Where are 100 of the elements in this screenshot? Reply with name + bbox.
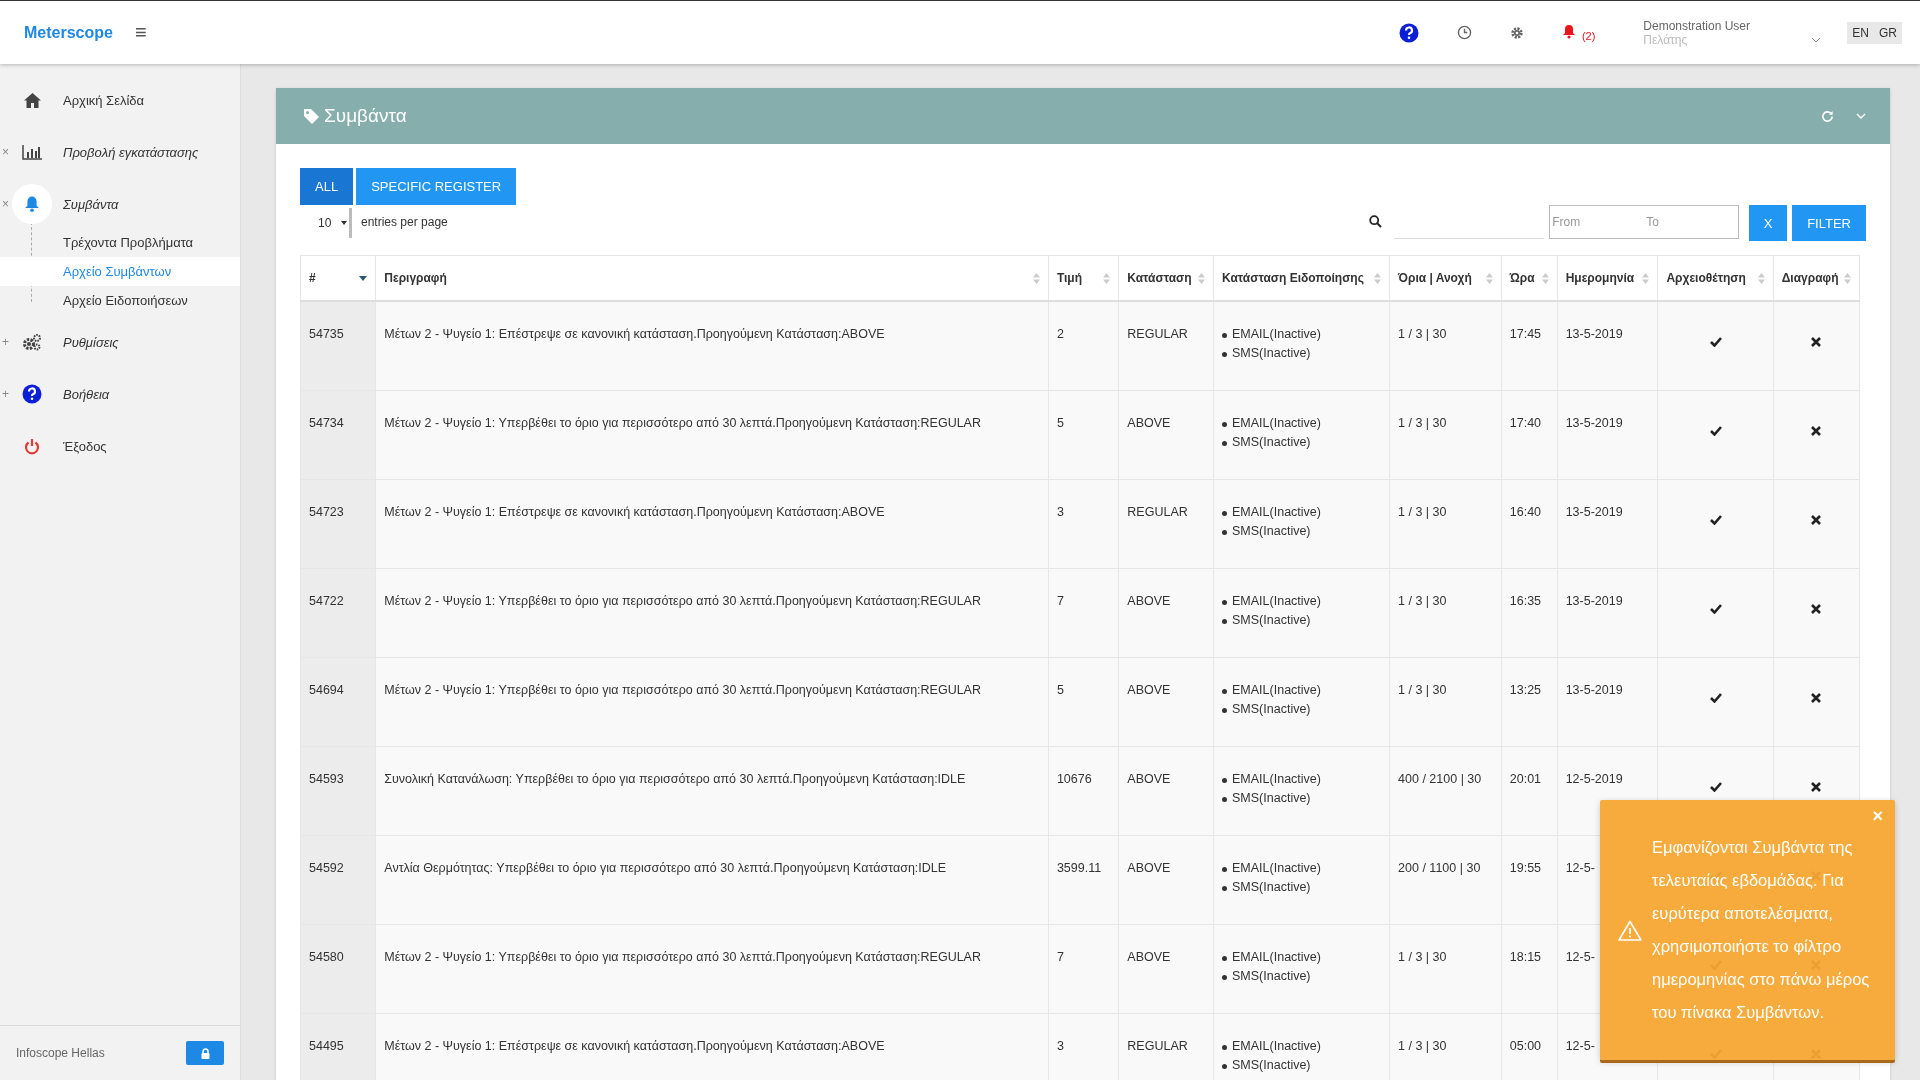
page-size-label: entries per page xyxy=(361,215,448,229)
table-cell: Μέτων 2 - Ψυγείο 1: Επέστρεψε σε κανονική κατάσταση.Προηγούμενη Κατάσταση:ABOVE xyxy=(375,479,1049,568)
submenu-item[interactable]: Αρχείο Συμβάντων xyxy=(0,257,240,286)
sidebar-item[interactable]: Ρυθμίσεις xyxy=(63,334,119,350)
table-cell: 7 xyxy=(1048,924,1119,1013)
table-cell: 1 / 3 | 30 xyxy=(1389,390,1502,479)
bell-icon[interactable] xyxy=(1561,23,1576,39)
table-cell: 13-5-2019 xyxy=(1557,301,1658,390)
check-icon[interactable] xyxy=(1709,781,1722,792)
sidebar-item[interactable]: Έξοδος xyxy=(63,438,107,454)
page-size-select[interactable]: 10 xyxy=(300,208,352,238)
table-cell: 1 / 3 | 30 xyxy=(1389,657,1502,746)
brand-logo[interactable]: Meterscope xyxy=(24,23,113,42)
table-cell: 1 / 3 | 30 xyxy=(1389,568,1502,657)
notification-status: SMS(Inactive) xyxy=(1222,968,1382,983)
table-cell: REGULAR xyxy=(1118,1013,1214,1080)
table-cell: REGULAR xyxy=(1118,479,1214,568)
notification-status: EMAIL(Inactive) xyxy=(1222,949,1382,964)
notification-status: EMAIL(Inactive) xyxy=(1222,327,1382,341)
close-icon[interactable] xyxy=(1811,692,1822,703)
chevron-down-icon xyxy=(1811,36,1822,43)
table-cell: 16:40 xyxy=(1501,479,1558,568)
close-icon[interactable] xyxy=(1811,337,1822,347)
lock-icon xyxy=(200,1047,210,1059)
clock-icon[interactable] xyxy=(1456,25,1472,40)
table-cell: 400 / 2100 | 30 xyxy=(1389,746,1502,835)
check-icon[interactable] xyxy=(1709,692,1722,703)
sidebar-item[interactable]: Συμβάντα xyxy=(63,196,119,212)
menu-button[interactable]: ≡ xyxy=(134,21,147,44)
user-name: Demonstration User xyxy=(1643,18,1752,33)
help-icon xyxy=(22,384,42,404)
check-icon[interactable] xyxy=(1709,337,1722,347)
notification-status: EMAIL(Inactive) xyxy=(1222,593,1382,608)
table-cell: 1 / 3 | 30 xyxy=(1389,1013,1502,1080)
table-cell: 1 / 3 | 30 xyxy=(1389,479,1502,568)
notification-status: EMAIL(Inactive) xyxy=(1222,860,1382,875)
table-cell: 54734 xyxy=(300,390,376,479)
check-icon[interactable] xyxy=(1709,603,1722,614)
sidebar-item[interactable]: Βοήθεια xyxy=(63,386,110,402)
user-role: Πελάτης xyxy=(1643,32,1689,47)
table-cell: ABOVE xyxy=(1118,390,1214,479)
table-cell: 17:40 xyxy=(1501,390,1558,479)
gears-icon xyxy=(22,333,42,351)
company-name: Infoscope Hellas xyxy=(16,1046,105,1060)
table-cell: 18:15 xyxy=(1501,924,1558,1013)
close-icon[interactable] xyxy=(1811,514,1822,525)
notification-status: SMS(Inactive) xyxy=(1222,523,1382,538)
user-menu[interactable]: Demonstration User Πελάτης xyxy=(1643,18,1822,47)
table-cell: Μέτων 2 - Ψυγείο 1: Επέστρεψε σε κανονική κατάσταση.Προηγούμενη Κατάσταση:ABOVE xyxy=(375,301,1049,390)
table-cell: 10676 xyxy=(1048,746,1119,835)
date-range-field[interactable]: From To xyxy=(1549,205,1740,239)
table-cell: REGULAR xyxy=(1118,301,1214,390)
bell-icon xyxy=(24,195,40,213)
notification-status: SMS(Inactive) xyxy=(1222,346,1382,360)
table-cell: 19:55 xyxy=(1501,835,1558,924)
table-cell: ABOVE xyxy=(1118,746,1214,835)
notification-status: EMAIL(Inactive) xyxy=(1222,504,1382,519)
table-cell: 13-5-2019 xyxy=(1557,568,1658,657)
help-icon[interactable] xyxy=(1398,22,1419,43)
table-cell: 54495 xyxy=(300,1013,376,1080)
check-icon[interactable] xyxy=(1709,425,1722,436)
table-cell: ABOVE xyxy=(1118,657,1214,746)
table-cell: 3 xyxy=(1048,479,1119,568)
notification-status: EMAIL(Inactive) xyxy=(1222,415,1382,430)
table-cell: 1 / 3 | 30 xyxy=(1389,924,1502,1013)
sidebar-item[interactable]: Προβολή εγκατάστασης xyxy=(63,144,199,160)
table-cell: 7 xyxy=(1048,568,1119,657)
table-cell: 54694 xyxy=(300,657,376,746)
table-cell: 13-5-2019 xyxy=(1557,657,1658,746)
notification-status: EMAIL(Inactive) xyxy=(1222,1038,1382,1053)
submenu-item[interactable]: Αρχείο Ειδοποιήσεων xyxy=(0,286,240,315)
table-cell: 13-5-2019 xyxy=(1557,479,1658,568)
notification-status: SMS(Inactive) xyxy=(1222,434,1382,449)
panel-title: Συμβάντα xyxy=(324,105,407,127)
table-cell: 05:00 xyxy=(1501,1013,1558,1080)
table-cell: Μέτων 2 - Ψυγείο 1: Επέστρεψε σε κανονική κατάσταση.Προηγούμενη Κατάσταση:ABOVE xyxy=(375,1013,1049,1080)
table-cell: 200 / 1100 | 30 xyxy=(1389,835,1502,924)
lock-button[interactable] xyxy=(186,1041,224,1065)
close-icon[interactable] xyxy=(1811,603,1822,614)
submenu-item[interactable]: Τρέχοντα Προβλήματα xyxy=(0,228,240,257)
table-cell: 3599.11 xyxy=(1048,835,1119,924)
table-cell: Μέτων 2 - Ψυγείο 1: Υπερβέθει το όριο για περισσότερο από 30 λεπτά.Προηγούμενη Κατάσταση:REGULAR xyxy=(375,568,1049,657)
settings-icon[interactable] xyxy=(1509,25,1524,40)
power-icon xyxy=(24,437,40,455)
table-cell: 5 xyxy=(1048,390,1119,479)
table-cell: Μέτων 2 - Ψυγείο 1: Υπερβέθει το όριο για περισσότερο από 30 λεπτά.Προηγούμενη Κατάσταση:REGULAR xyxy=(375,924,1049,1013)
notification-status: SMS(Inactive) xyxy=(1222,790,1382,805)
check-icon[interactable] xyxy=(1709,514,1722,525)
table-cell: 2 xyxy=(1048,301,1119,390)
table-cell: 16:35 xyxy=(1501,568,1558,657)
sidebar-item[interactable]: Αρχική Σελίδα xyxy=(63,92,145,108)
close-icon[interactable] xyxy=(1811,781,1822,792)
filter-tab[interactable]: ALL xyxy=(300,168,354,205)
close-icon[interactable] xyxy=(1811,425,1822,436)
notification-status: SMS(Inactive) xyxy=(1222,701,1382,716)
table-cell: ABOVE xyxy=(1118,835,1214,924)
table-cell: Αντλία Θερμότητας: Υπερβέθει το όριο για περισσότερο από 30 λεπτά.Προηγούμενη Κατάσταση:IDLE xyxy=(375,835,1049,924)
bar-chart-icon xyxy=(22,144,42,160)
table-cell: 3 xyxy=(1048,1013,1119,1080)
notification-status: SMS(Inactive) xyxy=(1222,612,1382,627)
